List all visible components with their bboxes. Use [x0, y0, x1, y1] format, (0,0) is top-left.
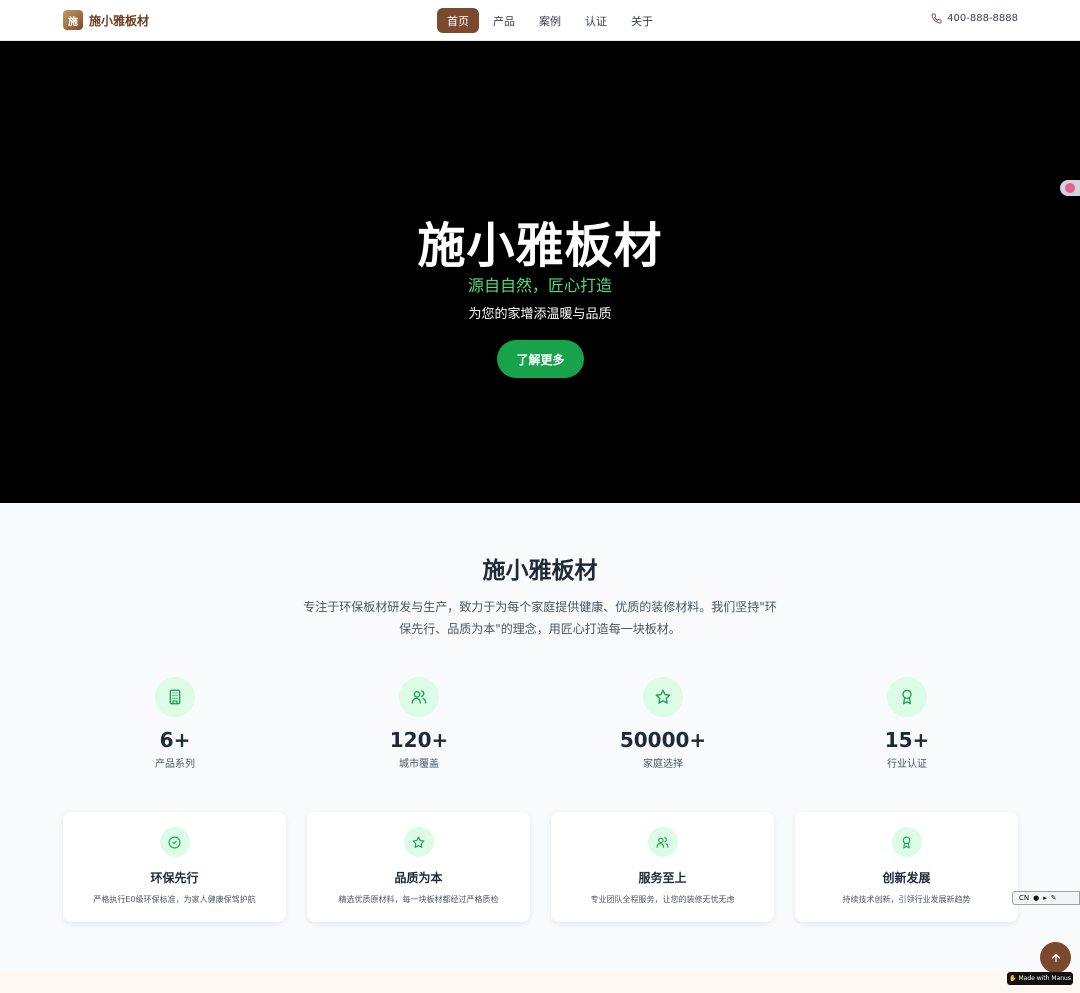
back-to-top-button[interactable]: [1040, 942, 1071, 973]
top-nav: 施 施小雅板材 首页 产品 案例 认证 关于 400-888-8888: [0, 0, 1080, 41]
phone-number: 400-888-8888: [947, 13, 1018, 24]
stat-cities: 120+ 城市覆盖: [359, 677, 479, 770]
stat-value: 15+: [884, 728, 930, 752]
nav-links: 首页 产品 案例 认证 关于: [437, 8, 663, 33]
next-section-edge: [0, 971, 1080, 993]
building-icon: [155, 677, 195, 717]
stat-value: 50000+: [619, 728, 707, 752]
stat-label: 城市覆盖: [399, 759, 439, 770]
nav-link-cases[interactable]: 案例: [529, 8, 571, 33]
stat-label: 家庭选择: [643, 759, 683, 770]
feature-description: 专业团队全程服务，让您的装修无忧无虑: [590, 895, 735, 904]
feature-title: 环保先行: [150, 871, 199, 885]
star-icon: [643, 677, 683, 717]
hero-section: 施小雅板材 源自自然，匠心打造 为您的家增添温暖与品质 了解更多: [0, 41, 1080, 503]
made-with-manus-badge[interactable]: ✋ Made with Manus: [1007, 972, 1073, 985]
stat-label: 行业认证: [887, 759, 927, 770]
mic-icon[interactable]: ●: [1033, 894, 1039, 902]
nav-link-certification[interactable]: 认证: [575, 8, 617, 33]
hero-title: 施小雅板材: [417, 218, 663, 274]
manus-icon: ✋: [1009, 975, 1017, 982]
feature-card-quality: 品质为本 精选优质原材料，每一块板材都经过严格质检: [307, 812, 530, 922]
award-icon: [891, 827, 922, 857]
feature-title: 创新发展: [882, 871, 931, 885]
about-title: 施小雅板材: [482, 558, 598, 584]
language-code: CN: [1019, 894, 1030, 902]
nav-link-home[interactable]: 首页: [437, 8, 479, 33]
stat-label: 产品系列: [155, 759, 195, 770]
stat-value: 120+: [389, 728, 449, 752]
stat-families: 50000+ 家庭选择: [603, 677, 723, 770]
feature-description: 精选优质原材料，每一块板材都经过严格质检: [338, 895, 499, 904]
phone-contact[interactable]: 400-888-8888: [931, 13, 1018, 24]
play-icon[interactable]: ▸: [1043, 894, 1047, 902]
widget-icon: [1065, 183, 1075, 193]
side-widget[interactable]: [1060, 180, 1080, 196]
stat-product-series: 6+ 产品系列: [115, 677, 235, 770]
users-icon: [399, 677, 439, 717]
nav-link-products[interactable]: 产品: [483, 8, 525, 33]
brand-name: 施小雅板材: [89, 13, 150, 28]
award-icon: [887, 677, 927, 717]
made-with-label: Made with Manus: [1018, 975, 1071, 982]
translate-toolbar[interactable]: CN ● ▸ ✎: [1012, 891, 1080, 905]
hero-slogan: 源自自然，匠心打造: [467, 276, 612, 295]
stat-value: 6+: [159, 728, 191, 752]
nav-link-about[interactable]: 关于: [621, 8, 663, 33]
feature-description: 严格执行E0级环保标准，为家人健康保驾护航: [93, 895, 256, 904]
hero-subtitle: 为您的家增添温暖与品质: [468, 307, 612, 322]
phone-icon: [931, 13, 942, 24]
feature-card-service: 服务至上 专业团队全程服务，让您的装修无忧无虑: [551, 812, 774, 922]
brand[interactable]: 施 施小雅板材: [63, 10, 149, 30]
learn-more-button[interactable]: 了解更多: [497, 340, 584, 378]
feature-title: 品质为本: [394, 871, 443, 885]
check-circle-icon: [159, 827, 190, 857]
about-description: 专注于环保板材研发与生产，致力于为每个家庭提供健康、优质的装修材料。我们坚持"环…: [303, 600, 777, 636]
feature-card-eco: 环保先行 严格执行E0级环保标准，为家人健康保驾护航: [63, 812, 286, 922]
feature-description: 持续技术创新，引领行业发展新趋势: [842, 895, 971, 904]
star-icon: [403, 827, 434, 857]
users-icon: [647, 827, 678, 857]
feature-card-innovation: 创新发展 持续技术创新，引领行业发展新趋势: [795, 812, 1018, 922]
tool-icon[interactable]: ✎: [1051, 894, 1057, 902]
arrow-up-icon: [1051, 953, 1060, 962]
brand-logo: 施: [63, 10, 83, 30]
stat-certifications: 15+ 行业认证: [847, 677, 967, 770]
feature-title: 服务至上: [638, 871, 687, 885]
